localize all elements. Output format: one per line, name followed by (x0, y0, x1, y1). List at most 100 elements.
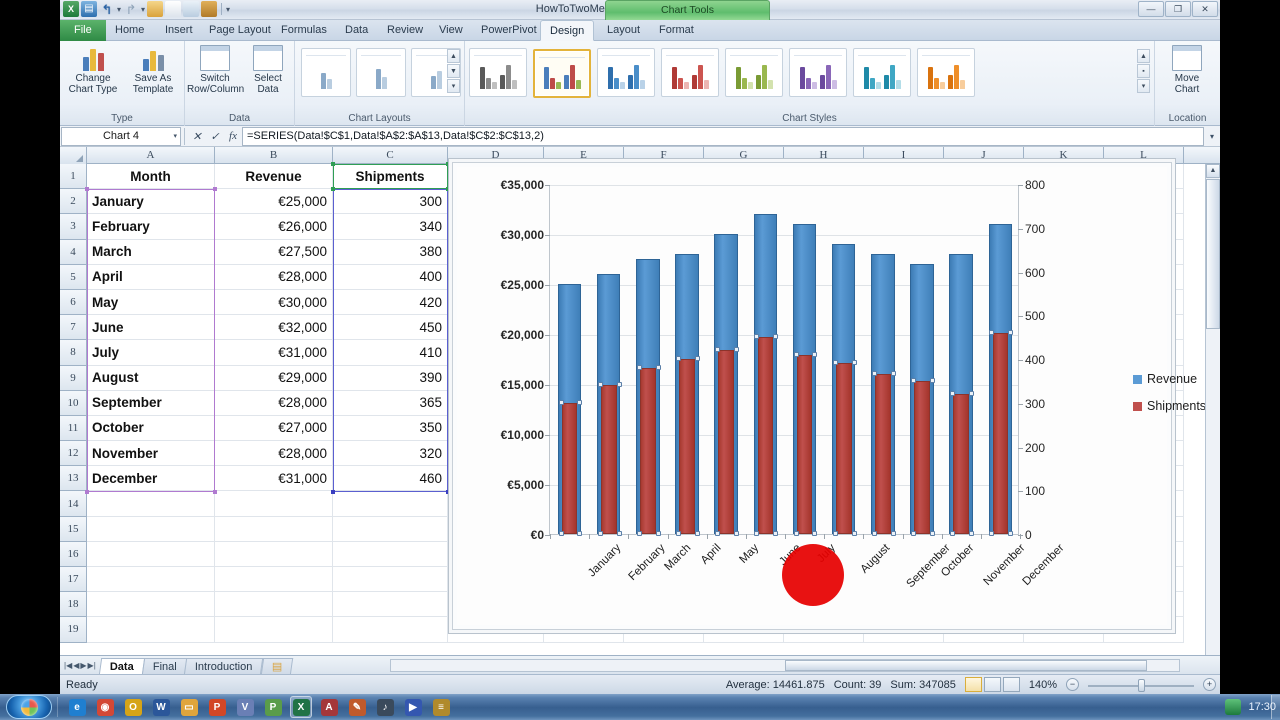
ribbon-tab-page-layout[interactable]: Page Layout (200, 20, 280, 41)
series-selection-handle[interactable] (929, 377, 935, 383)
bar-group[interactable] (707, 185, 746, 536)
cell-shipments[interactable]: 380 (333, 239, 448, 265)
system-tray[interactable]: 17:30 (1225, 699, 1276, 715)
bar-shipments[interactable] (992, 332, 1009, 534)
row-header-10[interactable]: 10 (60, 390, 87, 416)
restore-button[interactable]: ❐ (1165, 1, 1191, 17)
chart-legend[interactable]: Revenue Shipments (1133, 372, 1206, 426)
cell-month[interactable]: March (87, 239, 215, 265)
chart-style-option-8[interactable] (917, 48, 975, 97)
bar-group[interactable] (668, 185, 707, 536)
cell-revenue[interactable]: €27,000 (215, 415, 333, 442)
formula-input[interactable]: =SERIES(Data!$C$1,Data!$A$2:$A$13,Data!$… (242, 126, 1204, 146)
name-box[interactable]: Chart 4 ▾ (61, 126, 181, 146)
prev-sheet-icon[interactable]: ◀ (73, 661, 79, 670)
cell-month[interactable]: June (87, 315, 215, 341)
excel-icon[interactable]: X (290, 696, 312, 718)
project-icon[interactable]: P (262, 696, 284, 718)
series-selection-handle[interactable] (616, 531, 622, 536)
cell-shipments[interactable]: 350 (333, 415, 448, 442)
view-buttons[interactable] (964, 677, 1020, 692)
chart-styles-scroll[interactable]: ▲ ▪ ▾ (1137, 49, 1150, 94)
series-selection-handle[interactable] (812, 531, 818, 536)
bar-group[interactable] (746, 185, 785, 536)
series-selection-handle[interactable] (989, 531, 995, 536)
ribbon-tab-design[interactable]: Design (540, 20, 595, 41)
ribbon-tab-view[interactable]: View (430, 20, 472, 41)
chart-layout-option[interactable] (356, 48, 406, 97)
zoom-in-button[interactable]: + (1203, 678, 1216, 691)
grid-cell-empty[interactable] (333, 491, 448, 517)
column-header-B[interactable]: B (215, 147, 333, 164)
access-icon[interactable]: A (318, 696, 340, 718)
bar-shipments[interactable] (796, 354, 813, 534)
folder-icon[interactable]: ▭ (178, 696, 200, 718)
cell-revenue[interactable]: €31,000 (215, 466, 333, 492)
cell-revenue[interactable]: €28,000 (215, 264, 333, 290)
bar-group[interactable] (942, 185, 981, 536)
series-selection-handle[interactable] (1008, 531, 1014, 536)
series-selection-handle[interactable] (636, 364, 642, 370)
cell-revenue[interactable]: €30,000 (215, 289, 333, 316)
series-selection-handle[interactable] (597, 382, 603, 388)
series-selection-handle[interactable] (989, 329, 995, 335)
sheet-tabs[interactable]: Data Final Introduction ▤ (98, 656, 294, 675)
cell-revenue[interactable]: €27,500 (215, 239, 333, 265)
bar-shipments[interactable] (757, 337, 774, 534)
cell-month[interactable]: January (87, 189, 215, 215)
grid-cell-empty[interactable] (215, 592, 333, 618)
column-title-month[interactable]: Month (87, 164, 215, 190)
ribbon-tab-file[interactable]: File (60, 20, 106, 41)
chart-layouts-scroll[interactable]: ▲ ▼ ▾ (447, 49, 460, 94)
grid-cell-empty[interactable] (333, 617, 448, 643)
zoom-thumb[interactable] (1138, 678, 1145, 692)
series-selection-handle[interactable] (911, 531, 917, 536)
series-selection-handle[interactable] (694, 356, 700, 361)
powerpoint-icon[interactable]: P (206, 696, 228, 718)
ribbon-tab-powerpivot[interactable]: PowerPivot (472, 20, 546, 41)
series-selection-handle[interactable] (832, 360, 838, 366)
row-header-5[interactable]: 5 (60, 264, 87, 290)
cell-revenue[interactable]: €28,000 (215, 390, 333, 416)
series-selection-handle[interactable] (636, 531, 642, 536)
chart-style-option-1[interactable] (469, 48, 527, 97)
chart-style-option-3[interactable] (597, 48, 655, 97)
grid-cell-empty[interactable] (87, 491, 215, 517)
sheet-nav-buttons[interactable]: |◀ ◀ ▶ ▶| (60, 661, 100, 670)
row-header-8[interactable]: 8 (60, 340, 87, 366)
grid-cell-empty[interactable] (87, 592, 215, 618)
series-selection-handle[interactable] (793, 531, 799, 536)
notes-icon[interactable]: ≡ (430, 696, 452, 718)
move-chart-button[interactable]: Move Chart (1159, 45, 1215, 95)
ribbon-tab-review[interactable]: Review (378, 20, 432, 41)
cell-month[interactable]: October (87, 415, 215, 442)
cell-month[interactable]: November (87, 441, 215, 467)
row-header-18[interactable]: 18 (60, 592, 87, 618)
column-header-A[interactable]: A (87, 147, 215, 164)
layouts-scroll-down-icon[interactable]: ▼ (447, 64, 460, 78)
series-selection-handle[interactable] (694, 531, 700, 536)
row-header-9[interactable]: 9 (60, 365, 87, 391)
row-headers[interactable]: 1 2 3 4 5 6 7 8 9 10 11 12 13 14 15 16 17 18 19 (60, 164, 87, 643)
ribbon-tab-insert[interactable]: Insert (156, 20, 202, 41)
bar-shipments[interactable] (561, 402, 578, 534)
cell-month[interactable]: December (87, 466, 215, 492)
cell-month[interactable]: April (87, 264, 215, 290)
chart-style-option-5[interactable] (725, 48, 783, 97)
cell-shipments[interactable]: 340 (333, 214, 448, 240)
grid-cell-empty[interactable] (215, 541, 333, 567)
series-selection-handle[interactable] (969, 531, 975, 536)
cell-month[interactable]: August (87, 365, 215, 391)
series-selection-handle[interactable] (616, 382, 622, 388)
bar-group[interactable] (785, 185, 824, 536)
chart-layout-gallery[interactable] (301, 48, 461, 97)
ribbon-tab-layout[interactable]: Layout (598, 20, 649, 41)
series-selection-handle[interactable] (597, 531, 603, 536)
series-selection-handle[interactable] (890, 531, 896, 536)
series-selection-handle[interactable] (911, 377, 917, 383)
series-selection-handle[interactable] (773, 531, 779, 536)
row-header-2[interactable]: 2 (60, 189, 87, 215)
row-header-15[interactable]: 15 (60, 516, 87, 542)
minimize-button[interactable]: — (1138, 1, 1164, 17)
expand-formula-bar-icon[interactable]: ▾ (1204, 132, 1220, 141)
